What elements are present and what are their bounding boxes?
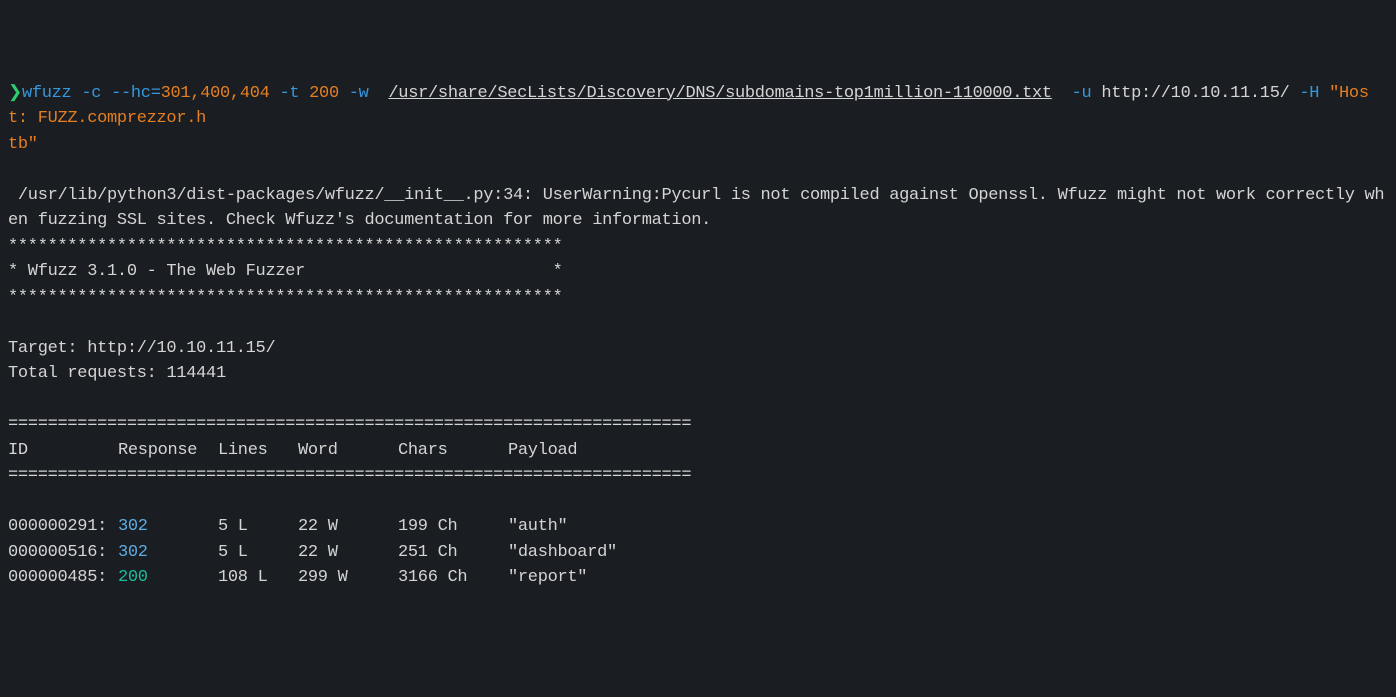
header-word: Word: [298, 438, 398, 464]
result-lines: 5 L: [218, 540, 298, 566]
flag-wordlist: -w: [349, 84, 369, 103]
table-header-row: IDResponseLinesWordCharsPayload: [8, 438, 1388, 464]
divider-top: ========================================…: [8, 415, 691, 434]
header-chars: Chars: [398, 438, 508, 464]
result-word: 299 W: [298, 565, 398, 591]
header-id: ID: [8, 438, 118, 464]
result-lines: 5 L: [218, 514, 298, 540]
result-lines: 108 L: [218, 565, 298, 591]
table-row: 000000291:3025 L22 W199 Ch"auth": [8, 514, 1388, 540]
divider-bottom: ========================================…: [8, 466, 691, 485]
target-url-arg: http://10.10.11.15/: [1101, 84, 1289, 103]
result-payload: "dashboard": [508, 540, 1388, 566]
table-row: 000000516:3025 L22 W251 Ch"dashboard": [8, 540, 1388, 566]
host-header-part2: tb": [8, 135, 38, 154]
result-response-code: 302: [118, 514, 218, 540]
result-id: 000000291:: [8, 514, 118, 540]
flag-color: -c: [81, 84, 101, 103]
table-row: 000000485:200108 L299 W3166 Ch"report": [8, 565, 1388, 591]
result-word: 22 W: [298, 540, 398, 566]
terminal-output: ❯wfuzz -c --hc=301,400,404 -t 200 -w /us…: [8, 81, 1388, 591]
banner-title: * Wfuzz 3.1.0 - The Web Fuzzer *: [8, 262, 563, 281]
banner-stars-bottom: ****************************************…: [8, 288, 563, 307]
flag-threads: -t: [279, 84, 299, 103]
flag-header: -H: [1299, 84, 1319, 103]
result-id: 000000485:: [8, 565, 118, 591]
command-line[interactable]: ❯wfuzz -c --hc=301,400,404 -t 200 -w /us…: [8, 81, 1388, 158]
result-response-code: 302: [118, 540, 218, 566]
threads-count: 200: [309, 84, 339, 103]
result-id: 000000516:: [8, 540, 118, 566]
results-list: 000000291:3025 L22 W199 Ch"auth"00000051…: [8, 514, 1388, 591]
result-chars: 199 Ch: [398, 514, 508, 540]
warning-text: /usr/lib/python3/dist-packages/wfuzz/__i…: [8, 186, 1384, 231]
target-url: http://10.10.11.15/: [87, 339, 275, 358]
header-payload: Payload: [508, 438, 1388, 464]
total-requests-label: Total requests:: [8, 364, 166, 383]
command-tool: wfuzz: [22, 84, 72, 103]
total-requests-value: 114441: [166, 364, 225, 383]
result-payload: "auth": [508, 514, 1388, 540]
header-response: Response: [118, 438, 218, 464]
result-word: 22 W: [298, 514, 398, 540]
flag-hc: --hc=: [111, 84, 161, 103]
result-chars: 3166 Ch: [398, 565, 508, 591]
result-response-code: 200: [118, 565, 218, 591]
prompt-icon: ❯: [8, 84, 22, 103]
hc-codes: 301,400,404: [161, 84, 270, 103]
result-payload: "report": [508, 565, 1388, 591]
result-chars: 251 Ch: [398, 540, 508, 566]
header-lines: Lines: [218, 438, 298, 464]
wordlist-path: /usr/share/SecLists/Discovery/DNS/subdom…: [388, 84, 1051, 103]
flag-url: -u: [1072, 84, 1092, 103]
banner-stars-top: ****************************************…: [8, 237, 563, 256]
target-label: Target:: [8, 339, 87, 358]
